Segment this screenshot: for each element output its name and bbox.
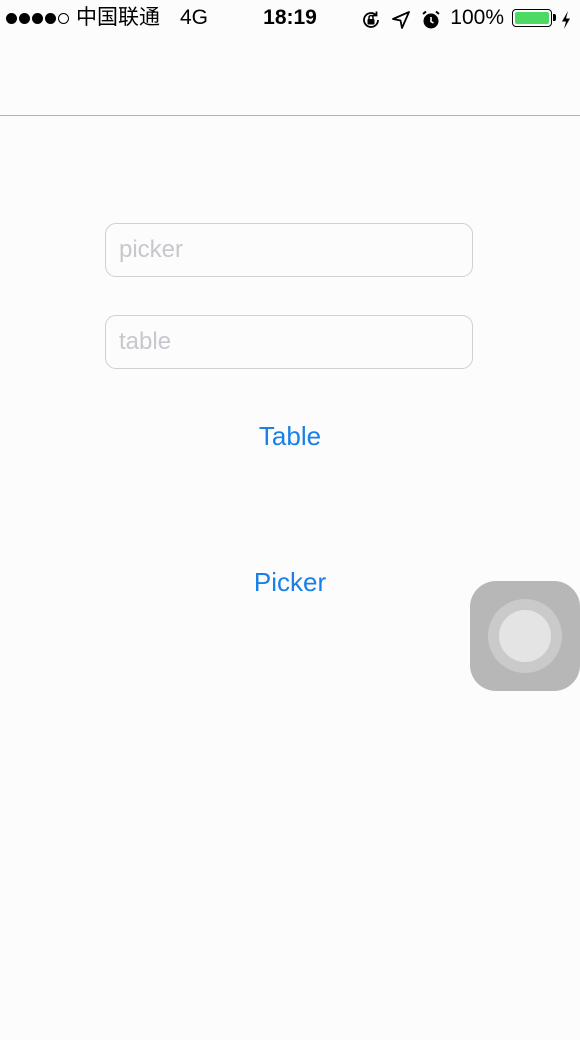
status-bar-right: 100% (360, 0, 572, 36)
assistive-touch-button[interactable] (470, 581, 580, 691)
battery-cap (553, 14, 556, 21)
picker-text-field[interactable] (105, 223, 473, 277)
battery-level (515, 12, 549, 24)
table-button[interactable]: Table (0, 419, 580, 453)
battery-percentage: 100% (450, 6, 504, 29)
battery-icon (512, 9, 556, 27)
navigation-bar (0, 36, 580, 116)
assistive-touch-core (499, 610, 551, 662)
charging-bolt-icon (560, 7, 572, 29)
rotation-lock-icon (360, 7, 382, 29)
location-arrow-icon (390, 7, 412, 29)
status-bar: 中国联通 4G 18:19 100% (0, 0, 580, 36)
table-text-field[interactable] (105, 315, 473, 369)
alarm-icon (420, 7, 442, 29)
